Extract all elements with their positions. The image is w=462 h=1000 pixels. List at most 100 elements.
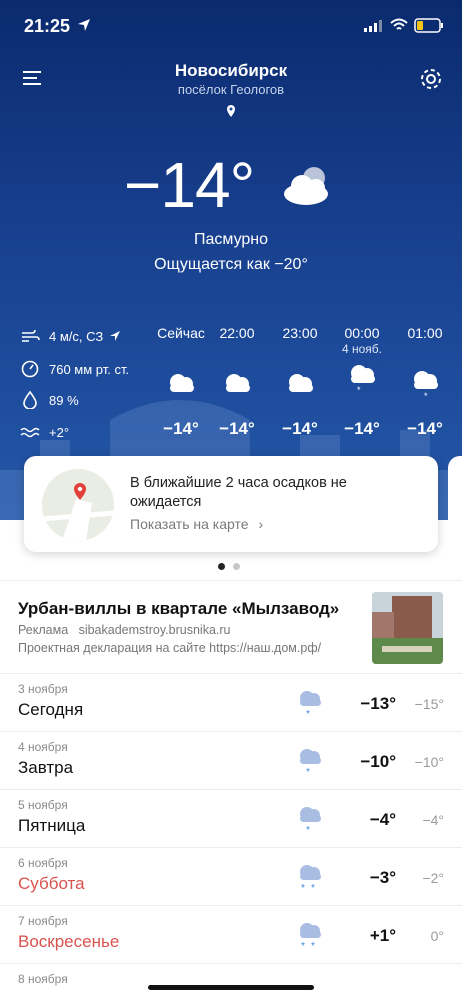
show-map-link[interactable]: Показать на карте › bbox=[130, 516, 263, 532]
forecast-day-row[interactable]: 6 ноября Суббота * * −3° −2° bbox=[0, 848, 462, 906]
pager-dot-active bbox=[218, 563, 225, 570]
hour-time: 00:00 bbox=[344, 325, 380, 341]
hour-date bbox=[393, 342, 457, 358]
ad-banner[interactable]: Урбан-виллы в квартале «Мылзавод» Реклам… bbox=[0, 580, 462, 674]
map-pin-icon bbox=[42, 469, 114, 541]
water-waves-icon bbox=[20, 427, 40, 438]
ad-note: Проектная декларация на сайте https://на… bbox=[18, 641, 322, 655]
svg-text:*: * bbox=[306, 767, 310, 776]
hour-date bbox=[149, 342, 213, 358]
hourly-item[interactable]: 00:00 4 нояб. * −14° bbox=[330, 325, 394, 438]
day-high: +1° bbox=[369, 926, 396, 945]
day-high: −4° bbox=[369, 810, 396, 829]
hour-temp: −14° bbox=[344, 419, 380, 438]
precipitation-map-thumbnail[interactable] bbox=[42, 469, 114, 541]
wind-stat: 4 м/с, СЗ bbox=[20, 327, 131, 345]
cloud-heavy-snow-icon: * * bbox=[300, 865, 321, 892]
hour-temp: −14° bbox=[407, 419, 443, 438]
status-bar: 21:25 bbox=[0, 0, 462, 50]
current-temperature: −14° bbox=[124, 149, 255, 221]
cloud-snow-icon: * bbox=[414, 371, 438, 400]
overcast-cloud-icon bbox=[284, 167, 328, 205]
pressure-value: 760 мм рт. ст. bbox=[49, 361, 130, 377]
district-name[interactable]: посёлок Геологов bbox=[0, 82, 462, 97]
cloud-snow-icon: * bbox=[351, 365, 375, 394]
weather-condition: Пасмурно bbox=[193, 231, 269, 248]
hour-time: Сейчас bbox=[157, 325, 205, 341]
humidity-value: 89 % bbox=[49, 392, 79, 408]
cellular-signal-icon bbox=[364, 20, 382, 32]
day-name: Воскресенье bbox=[18, 932, 120, 951]
hourly-item[interactable]: 23:00 −14° bbox=[268, 325, 332, 438]
wind-value: 4 м/с, СЗ bbox=[49, 328, 104, 344]
day-date: 4 ноября bbox=[18, 740, 68, 754]
forecast-day-row[interactable]: 7 ноября Воскресенье * * +1° 0° bbox=[0, 906, 462, 964]
battery-icon bbox=[414, 18, 443, 33]
hour-time: 22:00 bbox=[219, 325, 255, 341]
cloud-snow-icon: * bbox=[300, 691, 321, 718]
cloud-heavy-snow-icon: * * bbox=[300, 923, 321, 950]
ad-meta: Реклама sibakademstroy.brusnika.ru bbox=[18, 623, 230, 637]
wifi-icon bbox=[390, 18, 408, 30]
hour-time: 23:00 bbox=[282, 325, 318, 341]
ad-label: Реклама bbox=[18, 623, 69, 637]
feels-like: Ощущается как −20° bbox=[154, 256, 308, 273]
day-low: 0° bbox=[430, 928, 444, 944]
pager-dot bbox=[233, 563, 240, 570]
forecast-day-row[interactable]: 5 ноября Пятница * −4° −4° bbox=[0, 790, 462, 848]
show-map-label: Показать на карте bbox=[130, 516, 249, 532]
svg-text:*: * bbox=[306, 825, 310, 834]
day-name: Пятница bbox=[18, 816, 86, 835]
precipitation-card[interactable]: В ближайшие 2 часа осадков не ожидается … bbox=[24, 456, 438, 552]
day-high: −13° bbox=[360, 694, 396, 713]
cloud-icon bbox=[170, 374, 194, 392]
pressure-gauge-icon bbox=[21, 360, 39, 378]
day-date: 5 ноября bbox=[18, 798, 68, 812]
cloud-icon bbox=[226, 374, 250, 392]
hour-temp: −14° bbox=[219, 419, 255, 438]
cloud-snow-icon: * bbox=[300, 807, 321, 834]
water-temp-value: +2° bbox=[49, 424, 70, 440]
ad-photo bbox=[372, 592, 443, 664]
forecast-day-row[interactable]: 3 ноября Сегодня * −13° −15° bbox=[0, 674, 462, 732]
day-date: 3 ноября bbox=[18, 682, 68, 696]
day-high: −10° bbox=[360, 752, 396, 771]
forecast-day-row[interactable]: 4 ноября Завтра * −10° −10° bbox=[0, 732, 462, 790]
precipitation-text: В ближайшие 2 часа осадков не ожидается bbox=[130, 475, 347, 510]
hour-date bbox=[268, 342, 332, 358]
city-name[interactable]: Новосибирск bbox=[0, 61, 462, 81]
day-date: 7 ноября bbox=[18, 914, 68, 928]
home-indicator[interactable] bbox=[148, 985, 314, 990]
hourly-item[interactable]: 22:00 −14° bbox=[205, 325, 269, 438]
hour-time: 01:00 bbox=[407, 325, 443, 341]
hour-temp: −14° bbox=[163, 419, 199, 438]
day-name: Завтра bbox=[18, 758, 74, 777]
day-date: 8 ноября bbox=[18, 972, 68, 986]
hourly-item[interactable]: 01:00 * −14° bbox=[393, 325, 457, 438]
svg-text:*: * bbox=[357, 385, 361, 394]
pager-dots bbox=[218, 563, 240, 570]
svg-text:*: * bbox=[306, 709, 310, 718]
settings-gear-icon[interactable] bbox=[418, 66, 444, 92]
humidity-drop-icon bbox=[23, 391, 37, 409]
day-date: 6 ноября bbox=[18, 856, 68, 870]
ad-image[interactable] bbox=[372, 592, 443, 664]
hour-date: 4 нояб. bbox=[341, 342, 382, 356]
forecast-day-row[interactable]: 8 ноября bbox=[0, 964, 462, 1000]
day-low: −2° bbox=[422, 870, 444, 886]
svg-text:*: * bbox=[301, 883, 305, 892]
svg-text:*: * bbox=[424, 391, 428, 400]
hourly-item[interactable]: Сейчас −14° bbox=[149, 325, 213, 438]
day-name: Сегодня bbox=[18, 700, 84, 719]
chevron-right-icon: › bbox=[258, 516, 264, 532]
cloud-snow-icon: * bbox=[300, 749, 321, 776]
svg-text:*: * bbox=[311, 941, 315, 950]
pressure-stat: 760 мм рт. ст. bbox=[20, 360, 129, 378]
ad-title: Урбан-виллы в квартале «Мылзавод» bbox=[18, 599, 340, 618]
status-time: 21:25 bbox=[24, 16, 71, 36]
weather-app: 21:25 Новосибирск посёлок Геологов −14° … bbox=[0, 0, 462, 1000]
ad-site: sibakademstroy.brusnika.ru bbox=[78, 623, 231, 637]
cloud-icon bbox=[289, 374, 313, 392]
hour-date bbox=[205, 342, 269, 358]
next-card-peek[interactable] bbox=[448, 456, 462, 552]
